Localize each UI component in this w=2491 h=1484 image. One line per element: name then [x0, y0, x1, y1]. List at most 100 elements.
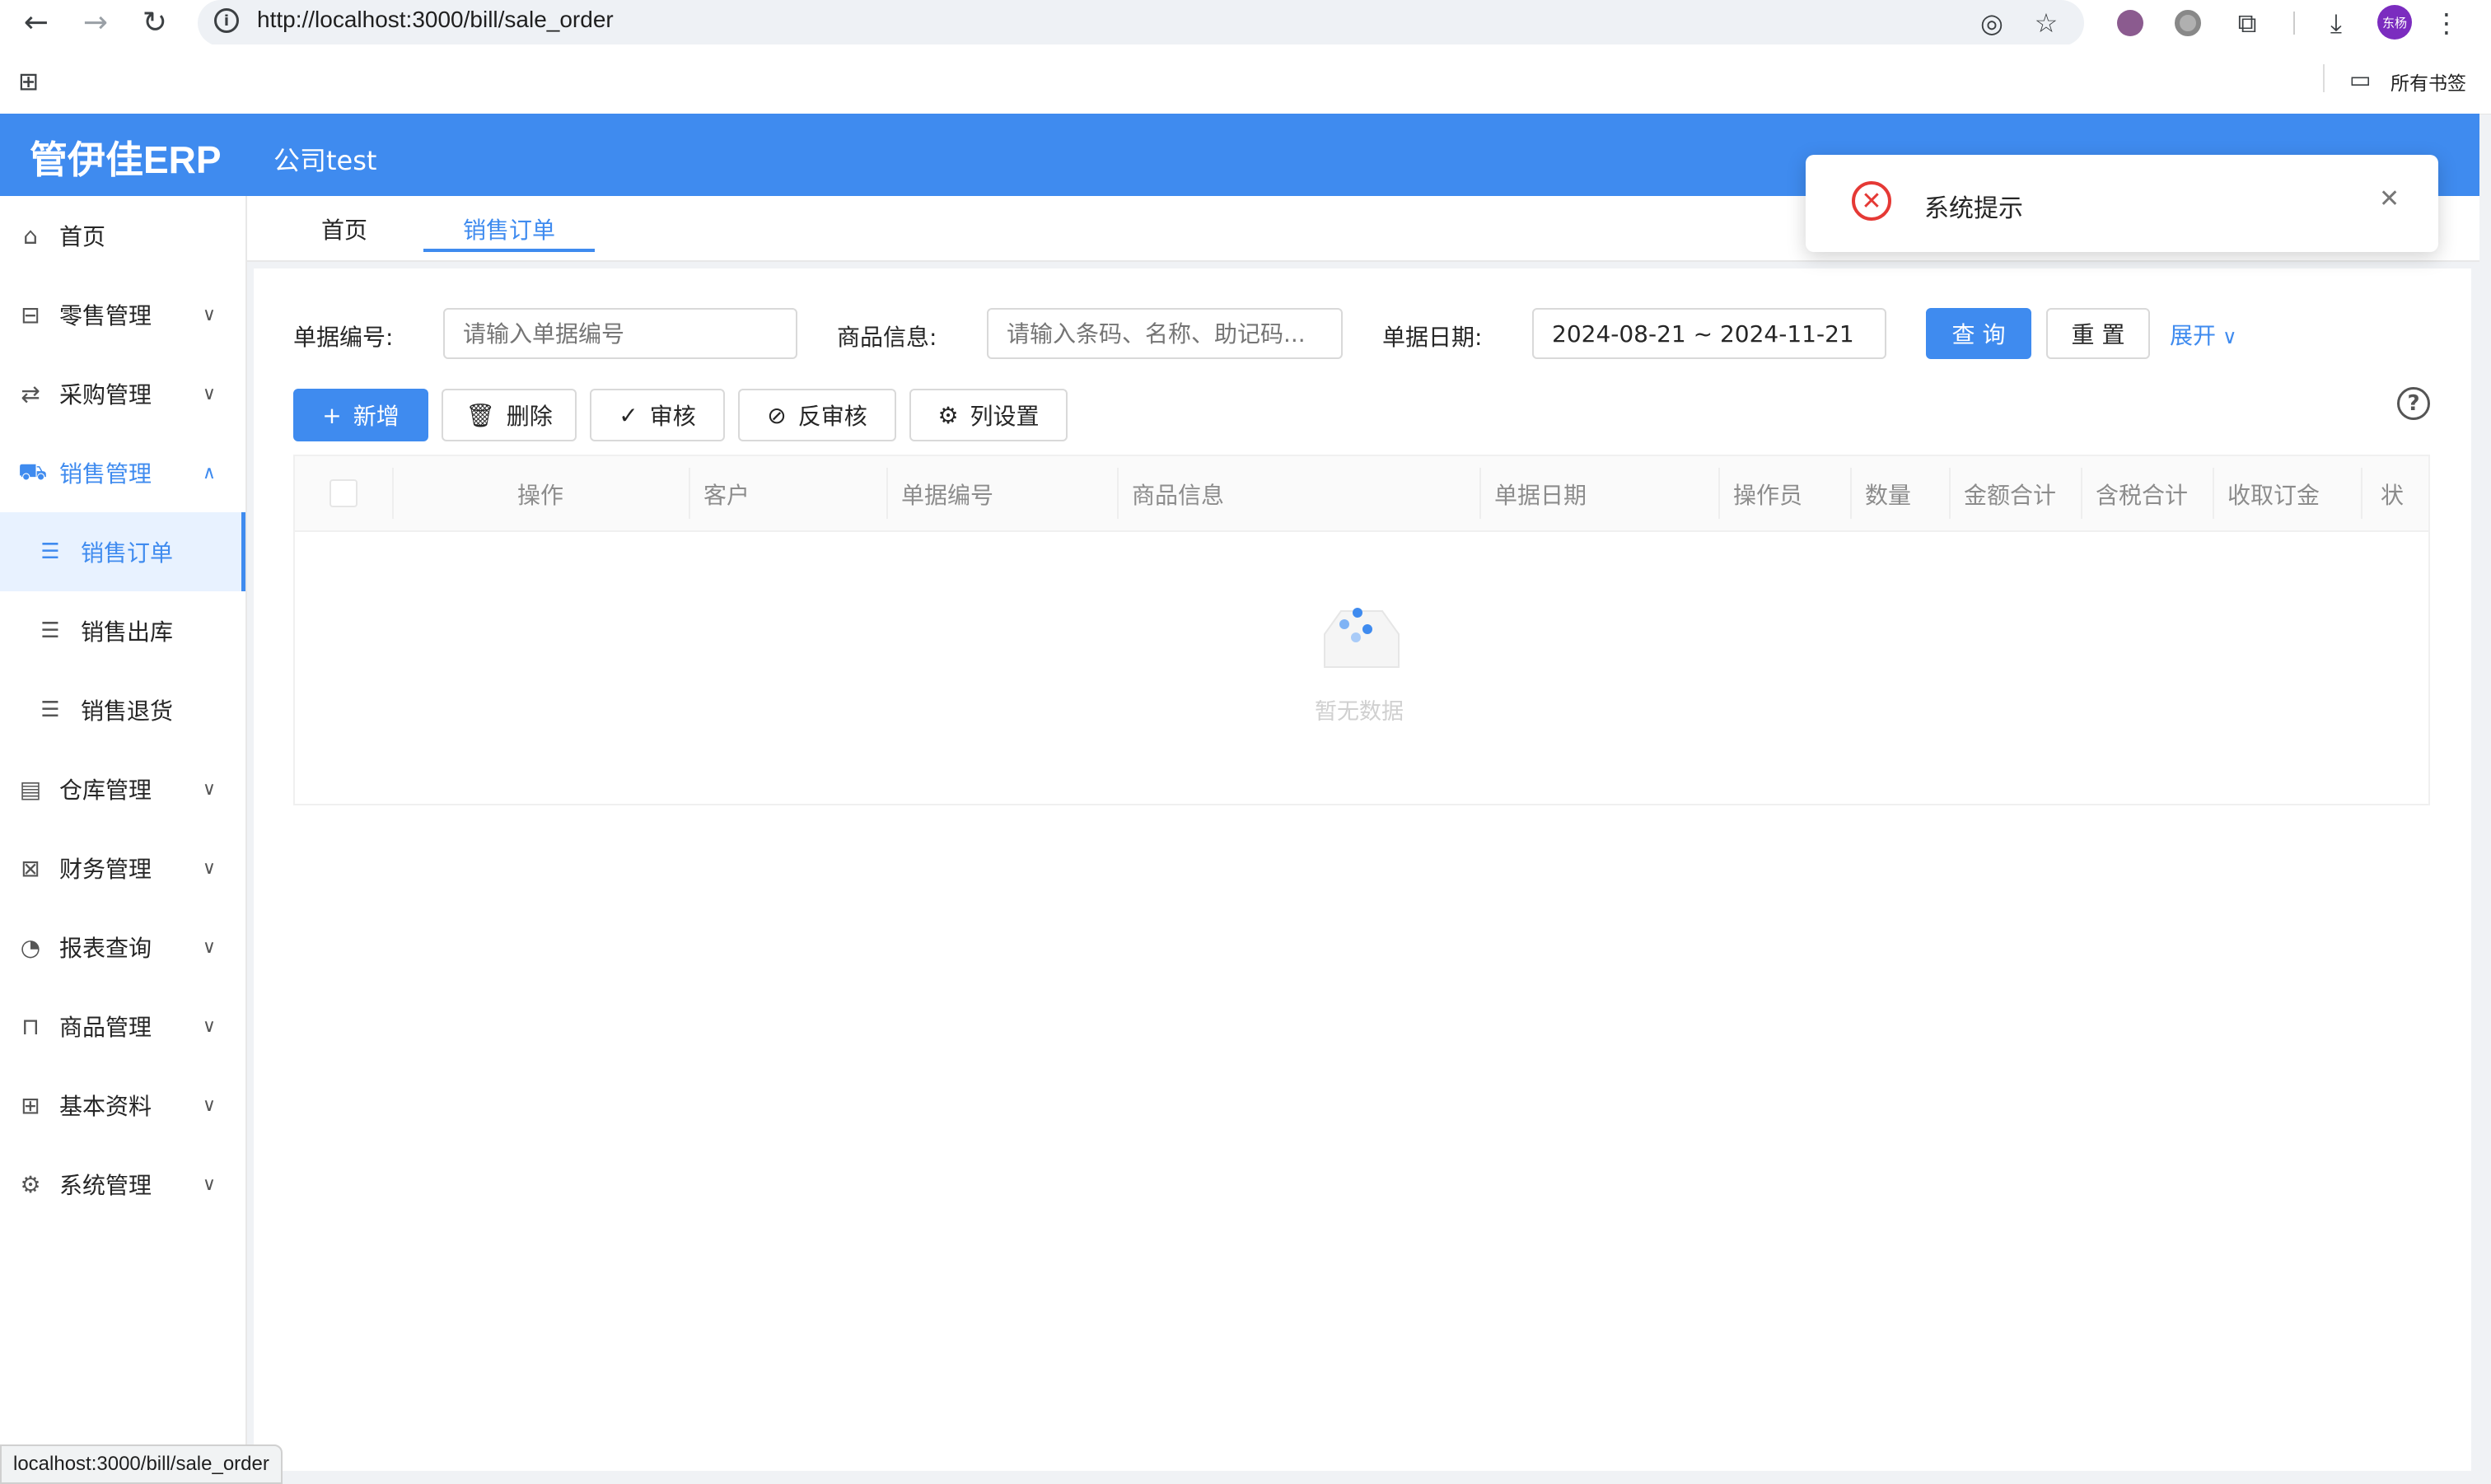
- sidebar-item-label: 商品管理: [59, 1014, 152, 1041]
- company-name: 公司test: [273, 145, 377, 176]
- delete-button[interactable]: 🗑 删除: [442, 389, 577, 441]
- forward-button[interactable]: →: [76, 5, 115, 40]
- delete-icon: 🗑: [465, 401, 495, 429]
- date-range-picker[interactable]: 2024-08-21 ~ 2024-11-21: [1532, 308, 1886, 359]
- column-header[interactable]: 数量: [1865, 478, 1911, 511]
- content-card: [254, 268, 2471, 1471]
- column-settings-button[interactable]: ⚙ 列设置: [909, 389, 1068, 441]
- chevron-down-icon: ∨: [202, 857, 216, 879]
- sidebar-item-warehouse[interactable]: ▤ 仓库管理 ∨: [0, 749, 245, 828]
- link-status-bar: localhost:3000/bill/sale_order: [0, 1444, 283, 1484]
- more-menu-icon[interactable]: ⋮: [2430, 7, 2463, 40]
- audit-button[interactable]: ✓ 审核: [590, 389, 725, 441]
- column-divider: [392, 468, 394, 519]
- column-divider: [1117, 468, 1119, 519]
- bill-no-input[interactable]: [443, 308, 797, 359]
- column-header[interactable]: 含税合计: [2096, 478, 2188, 511]
- sidebar-item-sale-return[interactable]: ☰ 销售退货: [0, 670, 245, 749]
- bill-date-label: 单据日期:: [1382, 324, 1483, 351]
- site-info-icon[interactable]: i: [214, 8, 239, 33]
- column-divider: [1718, 468, 1720, 519]
- cart-icon: ⛟: [18, 457, 48, 485]
- url-text[interactable]: http://localhost:3000/bill/sale_order: [257, 7, 614, 33]
- column-header[interactable]: 客户: [703, 478, 750, 511]
- goods-info-input[interactable]: [987, 308, 1343, 359]
- sidebar-item-retail[interactable]: ⊟ 零售管理 ∨: [0, 275, 245, 354]
- chevron-down-icon: ∨: [202, 1174, 216, 1195]
- query-button[interactable]: 查 询: [1926, 308, 2031, 359]
- column-header[interactable]: 状: [2381, 478, 2405, 511]
- sidebar-item-basic[interactable]: ⊞ 基本资料 ∨: [0, 1066, 245, 1145]
- tab-active-indicator: [423, 249, 595, 252]
- chevron-down-icon: ∨: [202, 936, 216, 958]
- column-header[interactable]: 收取订金: [2227, 478, 2320, 511]
- tab-sale-order[interactable]: 销售订单: [463, 212, 555, 245]
- sidebar-item-sale-out[interactable]: ☰ 销售出库: [0, 591, 245, 670]
- close-circle-icon: ✕: [1852, 181, 1891, 221]
- warehouse-icon: ▤: [19, 775, 42, 803]
- download-icon[interactable]: ⤓: [2320, 7, 2353, 40]
- sidebar-item-reports[interactable]: ◔ 报表查询 ∨: [0, 908, 245, 987]
- column-header[interactable]: 单据日期: [1494, 478, 1587, 511]
- setting-icon: ⚙: [937, 401, 959, 429]
- setting-icon: ⚙: [20, 1170, 41, 1198]
- column-header[interactable]: 操作: [517, 478, 563, 511]
- chevron-down-icon: ∨: [202, 778, 216, 800]
- column-divider: [2361, 468, 2362, 519]
- column-header[interactable]: 金额合计: [1964, 478, 2056, 511]
- file-icon: ☰: [40, 618, 60, 643]
- sidebar-item-label: 报表查询: [59, 935, 152, 962]
- notification-popup: [1806, 155, 2438, 252]
- expand-link[interactable]: 展开 ∨: [2170, 318, 2237, 351]
- sidebar-item-goods[interactable]: ⊓ 商品管理 ∨: [0, 987, 245, 1066]
- sidebar: ⌂ 首页 ⊟ 零售管理 ∨ ⇄ 采购管理 ∨ ⛟ 销售管理 ∧ ☰ 销售订单 ☰ 销售出库 ☰ 销售…: [0, 196, 247, 1481]
- column-header[interactable]: 商品信息: [1132, 478, 1224, 511]
- file-icon: ☰: [40, 539, 60, 564]
- sidebar-item-label: 销售管理: [59, 460, 152, 488]
- add-button[interactable]: + 新增: [293, 389, 428, 441]
- sidebar-item-system[interactable]: ⚙ 系统管理 ∨: [0, 1145, 245, 1224]
- sidebar-item-sale-order[interactable]: ☰ 销售订单: [0, 512, 245, 591]
- star-icon[interactable]: ☆: [2030, 7, 2063, 40]
- help-icon[interactable]: ?: [2397, 387, 2430, 420]
- reload-button[interactable]: ↻: [135, 5, 175, 40]
- expand-label: 展开: [2170, 322, 2217, 349]
- file-icon: ☰: [40, 698, 60, 722]
- puzzle-icon[interactable]: ⧉: [2231, 7, 2264, 40]
- bookmarks-divider: [2323, 64, 2325, 92]
- eye-off-icon[interactable]: ◎: [1975, 7, 2008, 40]
- column-divider: [1850, 468, 1852, 519]
- sidebar-item-label: 基本资料: [59, 1093, 152, 1120]
- chevron-up-icon: ∧: [202, 462, 216, 483]
- app-logo[interactable]: 管伊佳ERP: [30, 130, 222, 184]
- apps-grid-icon[interactable]: ⊞: [18, 68, 39, 96]
- column-header[interactable]: 操作员: [1733, 478, 1802, 511]
- sidebar-item-label: 销售订单: [81, 539, 174, 567]
- reset-button[interactable]: 重 置: [2046, 308, 2150, 359]
- tab-home[interactable]: 首页: [321, 212, 367, 245]
- chevron-down-icon: ∨: [202, 304, 216, 325]
- shopping-icon: ⊓: [21, 1012, 40, 1040]
- select-all-checkbox[interactable]: [329, 479, 358, 507]
- chevron-down-icon: ∨: [2222, 325, 2237, 348]
- sidebar-item-sales[interactable]: ⛟ 销售管理 ∧: [0, 433, 245, 512]
- folder-icon[interactable]: ▭: [2349, 66, 2371, 93]
- profile-avatar[interactable]: 东杨: [2377, 5, 2412, 40]
- bill-no-label: 单据编号:: [293, 324, 394, 351]
- unaudit-label: 反审核: [797, 403, 867, 430]
- sidebar-item-label: 销售退货: [81, 698, 174, 725]
- unaudit-button[interactable]: ⊘ 反审核: [738, 389, 896, 441]
- column-header[interactable]: 单据编号: [901, 478, 993, 511]
- close-icon[interactable]: ✕: [2379, 184, 2400, 213]
- sidebar-item-purchase[interactable]: ⇄ 采购管理 ∨: [0, 354, 245, 433]
- back-button[interactable]: ←: [16, 5, 56, 40]
- sidebar-item-label: 首页: [59, 223, 106, 250]
- toolbar-divider: [2293, 12, 2295, 35]
- sidebar-item-home[interactable]: ⌂ 首页: [0, 196, 245, 275]
- extension-icon[interactable]: [2175, 10, 2201, 36]
- extension-icon[interactable]: [2117, 10, 2143, 36]
- gift-icon: ⊟: [21, 301, 40, 329]
- all-bookmarks[interactable]: 所有书签: [2391, 68, 2466, 96]
- sidebar-item-finance[interactable]: ⊠ 财务管理 ∨: [0, 828, 245, 908]
- sidebar-item-label: 仓库管理: [59, 777, 152, 804]
